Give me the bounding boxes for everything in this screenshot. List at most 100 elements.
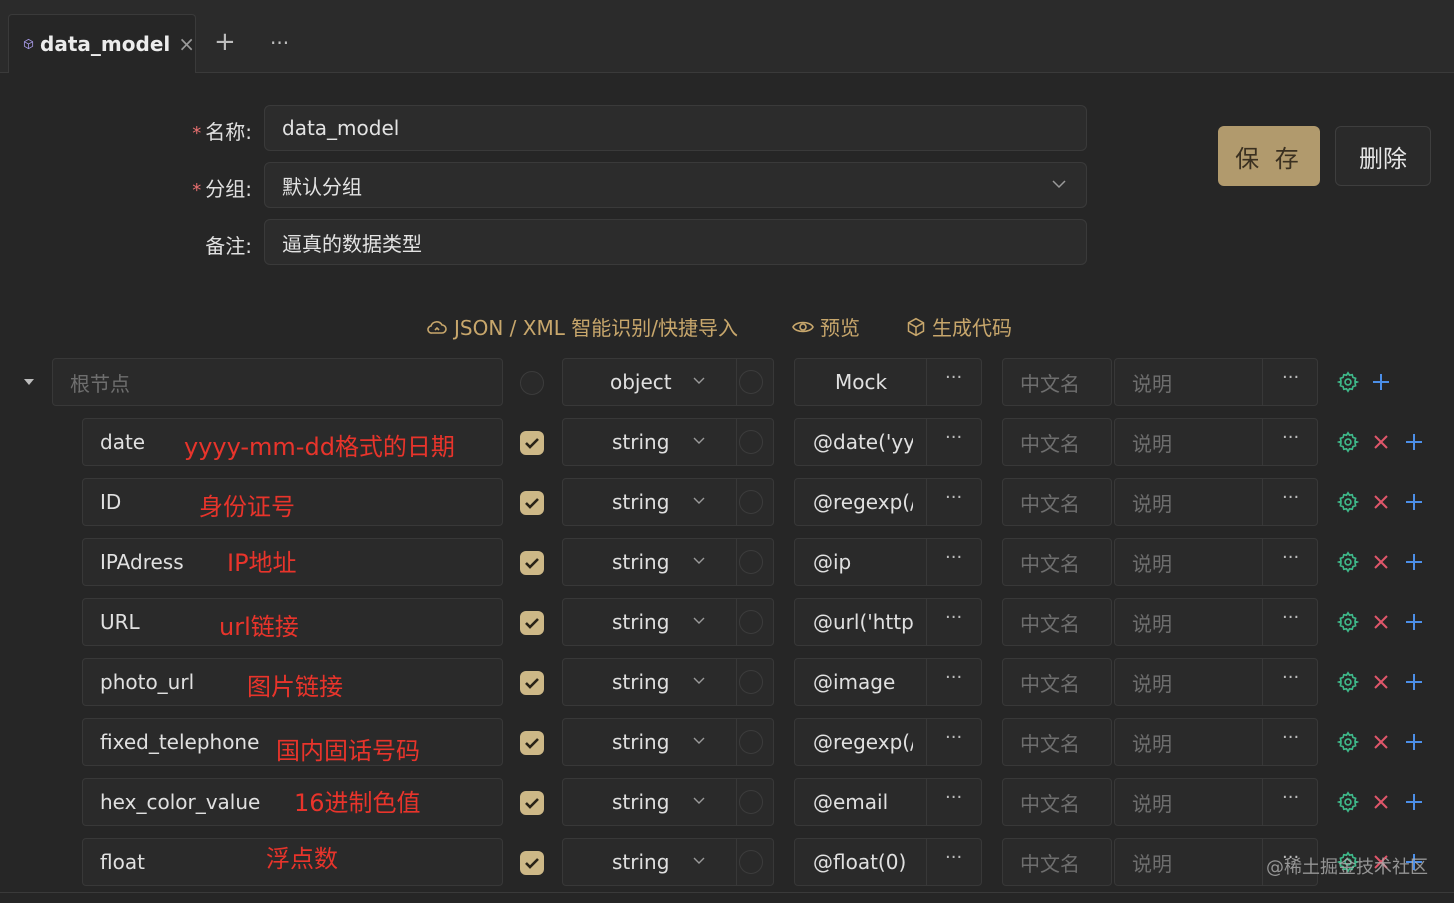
mock-more-icon[interactable]: ··· (945, 667, 962, 688)
desc-input[interactable]: 说明 ··· (1114, 778, 1318, 826)
mock-input[interactable]: @email ··· (794, 778, 982, 826)
mock-more-icon[interactable]: ··· (945, 607, 962, 628)
array-toggle[interactable] (739, 490, 763, 514)
caret-down-icon[interactable] (22, 377, 36, 387)
desc-more-icon[interactable]: ··· (1282, 547, 1299, 568)
desc-input[interactable]: 说明 ··· (1114, 598, 1318, 646)
remark-input[interactable]: 逼真的数据类型 (264, 219, 1087, 265)
field-name-input[interactable]: URL url链接 (82, 598, 503, 646)
array-toggle[interactable] (739, 850, 763, 874)
desc-more-icon[interactable]: ··· (1282, 667, 1299, 688)
required-checkbox[interactable] (520, 791, 544, 815)
desc-more-icon[interactable]: ··· (1282, 607, 1299, 628)
field-name-input[interactable]: IPAdress IP地址 (82, 538, 503, 586)
settings-gear-icon[interactable] (1336, 790, 1360, 814)
import-link[interactable]: JSON / XML 智能识别/快捷导入 (426, 312, 738, 341)
preview-link[interactable]: 预览 (792, 312, 860, 341)
mock-input[interactable]: @url('http' ··· (794, 598, 982, 646)
settings-gear-icon[interactable] (1336, 610, 1360, 634)
mock-input[interactable]: @regexp(/ ··· (794, 478, 982, 526)
type-select[interactable]: string (562, 598, 774, 646)
field-name-input[interactable]: ID 身份证号 (82, 478, 503, 526)
desc-more-icon[interactable]: ··· (1282, 487, 1299, 508)
settings-gear-icon[interactable] (1336, 730, 1360, 754)
add-sibling-icon[interactable] (1402, 670, 1426, 694)
mock-input[interactable]: @image ··· (794, 658, 982, 706)
desc-more-icon[interactable]: ··· (1282, 787, 1299, 808)
save-button[interactable]: 保 存 (1218, 126, 1320, 186)
desc-input[interactable]: 说明 ··· (1114, 418, 1318, 466)
field-name-input[interactable]: fixed_telephone 国内固话号码 (82, 718, 503, 766)
root-desc-input[interactable]: 说明 ··· (1114, 358, 1318, 406)
delete-row-icon[interactable] (1369, 430, 1393, 454)
type-select[interactable]: string (562, 838, 774, 886)
add-sibling-icon[interactable] (1402, 490, 1426, 514)
root-array-toggle[interactable] (739, 370, 763, 394)
delete-row-icon[interactable] (1369, 550, 1393, 574)
field-name-input[interactable]: float 浮点数 (82, 838, 503, 886)
add-sibling-icon[interactable] (1402, 550, 1426, 574)
required-checkbox[interactable] (520, 731, 544, 755)
add-child-icon[interactable] (1369, 370, 1393, 394)
settings-gear-icon[interactable] (1336, 490, 1360, 514)
tab-data-model[interactable]: data_model × (8, 14, 196, 73)
add-sibling-icon[interactable] (1402, 790, 1426, 814)
settings-gear-icon[interactable] (1336, 430, 1360, 454)
delete-row-icon[interactable] (1369, 730, 1393, 754)
tab-more-icon[interactable]: ··· (270, 28, 289, 58)
field-name-input[interactable]: date yyyy-mm-dd格式的日期 (82, 418, 503, 466)
type-select[interactable]: string (562, 538, 774, 586)
mock-more-icon[interactable]: ··· (945, 487, 962, 508)
generate-code-link[interactable]: 生成代码 (906, 312, 1012, 341)
array-toggle[interactable] (739, 430, 763, 454)
delete-row-icon[interactable] (1369, 610, 1393, 634)
required-checkbox[interactable] (520, 671, 544, 695)
mock-more-icon[interactable]: ··· (945, 427, 962, 448)
root-type-select[interactable]: object (562, 358, 774, 406)
required-checkbox[interactable] (520, 551, 544, 575)
desc-more-icon[interactable]: ··· (1282, 427, 1299, 448)
desc-more-icon[interactable]: ··· (1282, 367, 1299, 388)
type-select[interactable]: string (562, 418, 774, 466)
type-select[interactable]: string (562, 478, 774, 526)
mock-input[interactable]: @float(0) ··· (794, 838, 982, 886)
root-name-input[interactable]: 根节点 (52, 358, 503, 406)
array-toggle[interactable] (739, 790, 763, 814)
required-checkbox[interactable] (520, 611, 544, 635)
settings-gear-icon[interactable] (1336, 550, 1360, 574)
required-checkbox[interactable] (520, 431, 544, 455)
delete-row-icon[interactable] (1369, 670, 1393, 694)
root-required-checkbox[interactable] (520, 371, 544, 395)
required-checkbox[interactable] (520, 491, 544, 515)
desc-input[interactable]: 说明 ··· (1114, 538, 1318, 586)
cn-name-input[interactable]: 中文名 (1002, 778, 1112, 826)
cn-name-input[interactable]: 中文名 (1002, 478, 1112, 526)
add-sibling-icon[interactable] (1402, 430, 1426, 454)
add-sibling-icon[interactable] (1402, 610, 1426, 634)
tab-close-icon[interactable]: × (178, 32, 195, 56)
group-select[interactable]: 默认分组 (264, 162, 1087, 208)
delete-row-icon[interactable] (1369, 790, 1393, 814)
array-toggle[interactable] (739, 670, 763, 694)
cn-name-input[interactable]: 中文名 (1002, 538, 1112, 586)
mock-input[interactable]: @date('yyy ··· (794, 418, 982, 466)
cn-name-input[interactable]: 中文名 (1002, 658, 1112, 706)
mock-more-icon[interactable]: ··· (945, 547, 962, 568)
field-name-input[interactable]: photo_url 图片链接 (82, 658, 503, 706)
array-toggle[interactable] (739, 730, 763, 754)
settings-gear-icon[interactable] (1336, 670, 1360, 694)
desc-input[interactable]: 说明 ··· (1114, 718, 1318, 766)
delete-row-icon[interactable] (1369, 490, 1393, 514)
mock-input[interactable]: @regexp(/ ··· (794, 718, 982, 766)
settings-gear-icon[interactable] (1336, 370, 1360, 394)
cn-name-input[interactable]: 中文名 (1002, 418, 1112, 466)
name-input[interactable]: data_model (264, 105, 1087, 151)
required-checkbox[interactable] (520, 851, 544, 875)
desc-input[interactable]: 说明 ··· (1114, 478, 1318, 526)
root-cn-input[interactable]: 中文名 (1002, 358, 1112, 406)
cn-name-input[interactable]: 中文名 (1002, 718, 1112, 766)
desc-input[interactable]: 说明 ··· (1114, 658, 1318, 706)
mock-more-icon[interactable]: ··· (945, 367, 962, 388)
array-toggle[interactable] (739, 610, 763, 634)
desc-more-icon[interactable]: ··· (1282, 727, 1299, 748)
